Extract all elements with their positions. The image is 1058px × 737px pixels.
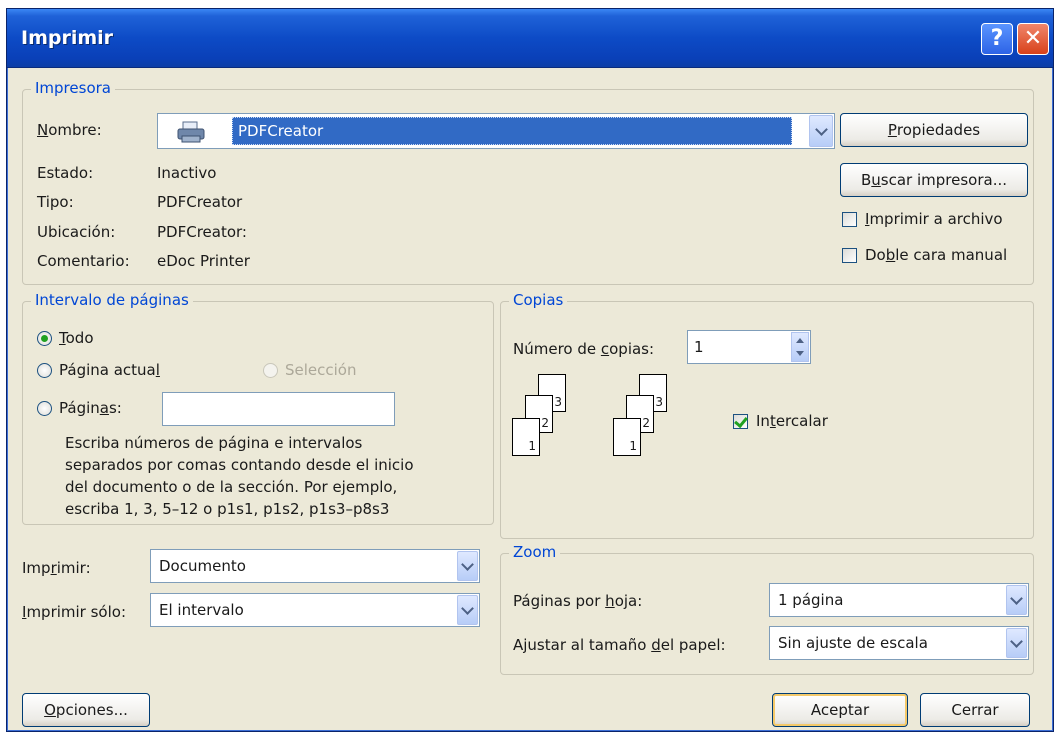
all-pages-radio[interactable] xyxy=(37,331,52,346)
print-to-file-checkbox[interactable] xyxy=(842,212,857,227)
properties-button[interactable]: Propiedades xyxy=(840,113,1028,147)
help-line: escriba 1, 3, 5–12 o p1s1, p1s2, p1s3–p8… xyxy=(65,500,390,518)
scale-to-paper-dropdown-button[interactable] xyxy=(1006,628,1027,658)
manual-duplex-label[interactable]: Doble cara manual xyxy=(865,246,1007,264)
ok-button[interactable]: Aceptar xyxy=(772,693,908,727)
printer-icon xyxy=(176,121,206,143)
print-only-dropdown-button[interactable] xyxy=(457,595,478,625)
all-pages-label[interactable]: Todo xyxy=(59,329,94,347)
help-line: separados por comas contando desde el in… xyxy=(65,456,414,474)
chevron-down-icon xyxy=(814,122,828,136)
dialog-title: Imprimir xyxy=(21,27,114,49)
copies-group-title: Copias xyxy=(509,291,568,309)
comment-value: eDoc Printer xyxy=(157,252,250,270)
type-value: PDFCreator xyxy=(157,193,243,211)
printer-name-label: Nombre: xyxy=(37,121,102,139)
scale-to-paper-select[interactable]: Sin ajuste de escala xyxy=(769,626,1029,660)
print-what-select[interactable]: Documento xyxy=(150,549,480,583)
type-label: Tipo: xyxy=(37,193,74,211)
location-value: PDFCreator: xyxy=(157,223,247,241)
chevron-down-icon xyxy=(1010,634,1023,648)
pages-input[interactable] xyxy=(162,392,395,426)
title-bar[interactable]: Imprimir ? ✕ xyxy=(7,9,1053,68)
chevron-down-icon xyxy=(461,601,474,615)
pages-per-sheet-label: Páginas por hoja: xyxy=(513,592,643,610)
print-what-dropdown-button[interactable] xyxy=(457,551,478,581)
zoom-group-title: Zoom xyxy=(509,543,561,561)
pages-per-sheet-dropdown-button[interactable] xyxy=(1006,585,1027,615)
pages-radio[interactable] xyxy=(37,401,52,416)
chevron-down-icon xyxy=(1010,591,1023,605)
selection-label: Selección xyxy=(285,361,357,379)
chevron-down-icon xyxy=(461,557,474,571)
cancel-button[interactable]: Cerrar xyxy=(920,693,1030,727)
print-only-value: El intervalo xyxy=(159,601,244,619)
status-value: Inactivo xyxy=(157,164,217,182)
spin-up-icon[interactable] xyxy=(796,338,804,343)
copies-count-label: Número de copias: xyxy=(513,340,655,358)
pages-label[interactable]: Páginas: xyxy=(59,399,122,417)
comment-label: Comentario: xyxy=(37,252,130,270)
location-label: Ubicación: xyxy=(37,223,116,241)
printer-name-dropdown-button[interactable] xyxy=(809,115,833,147)
close-button[interactable]: ✕ xyxy=(1017,23,1049,55)
print-only-label: Imprimir sólo: xyxy=(22,603,127,621)
print-dialog: Imprimir ? ✕ Impresora Nombre: PDFCreato… xyxy=(6,8,1054,732)
find-printer-button[interactable]: Bu scar impresora... xyxy=(840,163,1028,197)
current-page-label[interactable]: Página actual xyxy=(59,361,160,379)
help-button[interactable]: ? xyxy=(981,23,1013,55)
copies-spinner[interactable] xyxy=(791,332,809,362)
radio-selected-dot xyxy=(41,335,48,342)
page-range-group-title: Intervalo de páginas xyxy=(31,291,193,309)
pages-per-sheet-value: 1 página xyxy=(778,591,844,609)
copies-count-stepper[interactable]: 1 xyxy=(687,330,811,364)
status-label: Estado: xyxy=(37,164,94,182)
scale-to-paper-label: Ajustar al tamaño del papel: xyxy=(513,636,726,654)
collate-page-icon: 1 xyxy=(512,418,540,456)
print-only-select[interactable]: El intervalo xyxy=(150,593,480,627)
printer-group-title: Impresora xyxy=(31,79,115,97)
scale-to-paper-value: Sin ajuste de escala xyxy=(778,634,928,652)
help-line: Escriba números de página e intervalos xyxy=(65,434,363,452)
checkmark-icon xyxy=(734,413,748,429)
copies-count-value: 1 xyxy=(694,338,704,356)
collate-checkbox[interactable] xyxy=(733,413,748,429)
print-what-label: Imprimir: xyxy=(22,559,91,577)
print-to-file-label[interactable]: Imprimir a archivo xyxy=(865,210,1003,228)
printer-name-select[interactable]: PDFCreator xyxy=(157,113,835,149)
pages-per-sheet-select[interactable]: 1 página xyxy=(769,583,1029,617)
help-line: del documento o de la sección. Por ejemp… xyxy=(65,478,398,496)
spin-down-icon[interactable] xyxy=(796,351,804,356)
options-button[interactable]: Opciones... xyxy=(22,693,150,727)
print-what-value: Documento xyxy=(159,557,246,575)
collate-label[interactable]: Intercalar xyxy=(756,412,828,430)
current-page-radio[interactable] xyxy=(37,363,52,378)
selection-radio xyxy=(263,363,278,378)
printer-name-value: PDFCreator xyxy=(238,122,324,140)
page-range-help-text: Escriba números de página e intervalos s… xyxy=(65,432,414,520)
collate-page-icon: 1 xyxy=(613,418,641,456)
manual-duplex-checkbox[interactable] xyxy=(842,248,857,263)
